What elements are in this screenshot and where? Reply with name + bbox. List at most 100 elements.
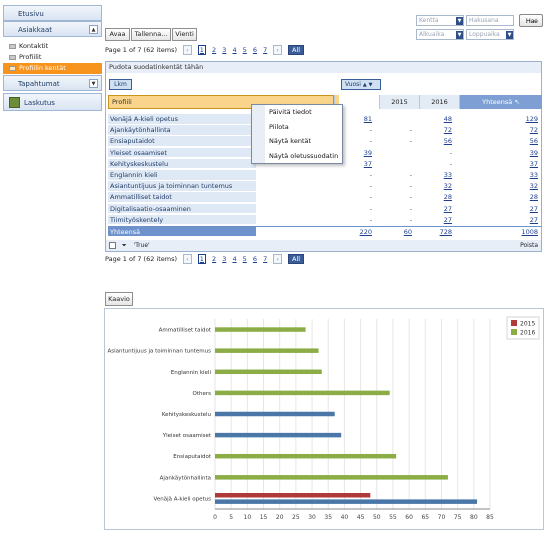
table-cell[interactable]: -	[412, 159, 452, 170]
menu-item-show-default-filter[interactable]: Näytä oletussuodatin	[252, 149, 342, 164]
table-cell[interactable]: 27	[412, 204, 452, 215]
page-link[interactable]: 7	[263, 255, 267, 263]
all-pages-button[interactable]: All	[288, 254, 305, 264]
row-header[interactable]: Digitalisaatio-osaaminen	[108, 203, 256, 215]
page-link[interactable]: 3	[222, 255, 226, 263]
table-cell[interactable]: 48	[412, 114, 452, 125]
row-header[interactable]: Englannin kieli	[108, 170, 256, 181]
page-link[interactable]: 4	[232, 255, 236, 263]
page-link[interactable]: 4	[232, 46, 236, 54]
table-cell[interactable]: 27	[412, 215, 452, 226]
prev-page-icon[interactable]: ‹	[183, 254, 192, 264]
expand-icon[interactable]: ▼	[89, 79, 98, 88]
page-link[interactable]: 5	[243, 46, 247, 54]
page-link[interactable]: 6	[253, 46, 257, 54]
row-header[interactable]: Yhteensä	[108, 227, 256, 237]
bar	[215, 327, 306, 332]
bar	[215, 432, 342, 438]
row-header[interactable]: Kehityskeskustelu	[108, 158, 256, 170]
sidebar-billing[interactable]: Laskutus	[3, 93, 102, 111]
page-link[interactable]: 6	[253, 255, 257, 263]
column-header-2016[interactable]: 2016	[419, 95, 459, 109]
table-cell	[372, 148, 412, 159]
table-cell[interactable]: 72	[412, 125, 452, 136]
page-link[interactable]: 7	[263, 46, 267, 54]
row-header[interactable]: Tiimityöskentely	[108, 214, 256, 226]
sidebar-home[interactable]: Etusivu	[3, 5, 102, 21]
dropdown-icon[interactable]: ▼	[456, 16, 463, 25]
filter-icon[interactable]: ▼	[369, 82, 373, 88]
open-button[interactable]: Avaa	[105, 28, 130, 41]
data-field-header[interactable]: Lkm	[109, 79, 132, 90]
table-cell[interactable]: 72	[452, 125, 538, 136]
remove-filter-link[interactable]: Poista	[520, 240, 538, 251]
table-cell[interactable]: 27	[452, 204, 538, 215]
sidebar-item-profile-fields[interactable]: Profiilin kentät	[3, 63, 102, 74]
table-cell[interactable]: 28	[412, 192, 452, 203]
table-cell[interactable]: 1008	[452, 227, 538, 237]
x-tick-label: 5	[229, 514, 233, 521]
table-cell	[372, 159, 412, 170]
sidebar-events[interactable]: Tapahtumat ▼	[3, 75, 102, 91]
table-cell[interactable]: -	[332, 181, 372, 192]
row-header[interactable]: Yleiset osaamiset	[108, 147, 256, 159]
table-cell[interactable]: 220	[332, 227, 372, 237]
table-cell[interactable]: 728	[412, 227, 452, 237]
y-tick-label: Yleiset osaamiset	[162, 433, 212, 439]
collapse-icon[interactable]: ▲	[89, 25, 98, 34]
table-cell[interactable]: -	[332, 204, 372, 215]
row-header[interactable]: Asiantuntijuus ja toiminnan tuntemus	[108, 181, 256, 192]
menu-item-show-fields[interactable]: Näytä kentät	[252, 134, 342, 149]
next-page-icon[interactable]: ›	[273, 45, 282, 55]
table-cell[interactable]: 32	[412, 181, 452, 192]
table-cell[interactable]: 56	[452, 136, 538, 147]
page-link[interactable]: 2	[212, 46, 216, 54]
export-button[interactable]: Vienti	[172, 28, 197, 41]
sidebar-item-profiles[interactable]: Profiilit	[3, 52, 102, 63]
table-cell[interactable]: -	[412, 148, 452, 159]
menu-item-hide[interactable]: Piilota	[252, 120, 342, 135]
page-link[interactable]: 1	[197, 45, 206, 55]
save-button[interactable]: Tallenna...	[131, 28, 171, 41]
search-button[interactable]: Hae	[519, 14, 543, 27]
page-link[interactable]: 2	[212, 255, 216, 263]
table-cell[interactable]: 129	[452, 114, 538, 125]
calendar-icon[interactable]: ▼	[506, 30, 513, 39]
page-link[interactable]: 3	[222, 46, 226, 54]
table-cell[interactable]: 33	[452, 170, 538, 181]
calendar-icon[interactable]: ▼	[456, 30, 463, 39]
table-cell: -	[409, 193, 412, 202]
row-header[interactable]: Ensiaputaidot	[108, 136, 256, 147]
table-cell[interactable]: 56	[412, 136, 452, 147]
table-cell[interactable]: -	[332, 192, 372, 203]
table-cell[interactable]: 60	[372, 227, 412, 237]
page-link[interactable]: 1	[197, 254, 206, 264]
sidebar-item-contacts[interactable]: Kontaktit	[3, 41, 102, 52]
table-cell[interactable]: 32	[452, 181, 538, 192]
prev-page-icon[interactable]: ‹	[183, 45, 192, 55]
column-header-2015[interactable]: 2015	[379, 95, 419, 109]
table-cell[interactable]: 27	[452, 215, 538, 226]
table-cell[interactable]: -	[332, 215, 372, 226]
row-header[interactable]: Venäjä A-kieli opetus	[108, 114, 256, 125]
filter-checkbox[interactable]	[109, 242, 116, 249]
filter-dropzone[interactable]: Pudota suodatinkentät tähän	[106, 62, 541, 73]
table-cell[interactable]: 39	[452, 148, 538, 159]
keyword-input[interactable]: Hakusana	[466, 15, 514, 26]
sidebar-customers[interactable]: Asiakkaat ▲	[3, 21, 102, 37]
menu-item-refresh[interactable]: Päivitä tiedot	[252, 105, 342, 120]
column-header-total[interactable]: Yhteensä ↖	[459, 95, 542, 109]
table-cell[interactable]: 33	[412, 170, 452, 181]
table-cell[interactable]: 37	[452, 159, 538, 170]
table-cell[interactable]: -	[332, 170, 372, 181]
next-page-icon[interactable]: ›	[273, 254, 282, 264]
table-cell[interactable]: 28	[452, 192, 538, 203]
chart-button[interactable]: Kaavio	[105, 292, 133, 306]
column-field-header[interactable]: Vuosi ▲ ▼	[341, 79, 381, 90]
page-link[interactable]: 5	[243, 255, 247, 263]
bar	[215, 475, 448, 480]
grand-total-row: Yhteensä 220 60 728 1008	[108, 226, 541, 237]
row-header[interactable]: Ajankäytönhallinta	[108, 125, 256, 136]
row-header[interactable]: Ammatilliset taidot	[108, 192, 256, 203]
all-pages-button[interactable]: All	[288, 45, 305, 55]
